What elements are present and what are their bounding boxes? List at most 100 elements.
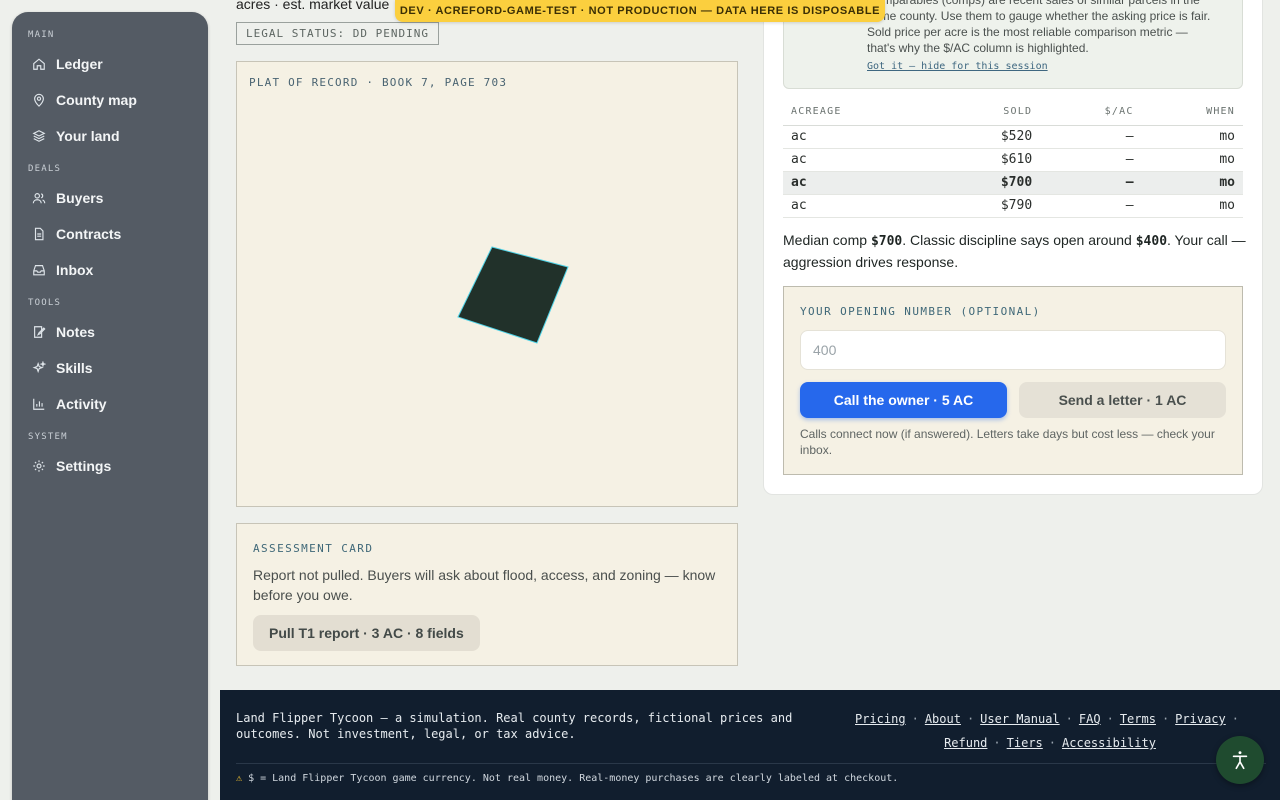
separator: · [1106,712,1114,726]
assessment-card: ASSESSMENT CARD Report not pulled. Buyer… [236,523,738,666]
footer-disclaimer: Land Flipper Tycoon — a simulation. Real… [236,711,793,741]
sidebar-item-label: Activity [56,396,107,412]
users-icon [32,193,46,204]
sidebar: MAIN Ledger County map Your land DEALS B… [12,12,208,800]
sidebar-item-label: Notes [56,324,95,340]
footer-link-about[interactable]: About [925,712,961,726]
median-comp-summary: Median comp $700. Classic discipline say… [783,230,1248,272]
sold-cell: $700 [933,171,1041,195]
table-row-median: ac $700 — mo [783,171,1243,195]
sidebar-section-tools: TOOLS Notes Skills Activity [28,298,192,422]
sidebar-item-county-map[interactable]: County map [28,82,192,118]
sold-cell: $520 [933,125,1041,149]
column-header: WHEN [1141,98,1243,126]
home-icon [33,58,45,70]
separator: · [966,712,975,726]
sidebar-item-inbox[interactable]: Inbox [28,252,192,288]
footer-link-tiers[interactable]: Tiers [1007,736,1043,750]
comps-table: ACREAGE SOLD $/AC WHEN ac $520 — mo ac $… [783,98,1243,218]
parcel-shape[interactable] [457,246,569,344]
sidebar-item-label: Contracts [56,226,122,242]
bar-chart-icon [33,398,45,410]
sidebar-item-contracts[interactable]: Contracts [28,216,192,252]
separator: · [1048,736,1057,750]
when-cell: mo [1141,171,1243,195]
currency-note-text: $ = Land Flipper Tycoon game currency. N… [248,773,899,784]
inbox-icon [33,265,45,276]
footer-link-terms[interactable]: Terms [1120,712,1156,726]
sidebar-item-buyers[interactable]: Buyers [28,180,192,216]
column-header: $/AC [1040,98,1142,126]
per-acre-cell: — [1040,125,1142,149]
warning-icon: ⚠ [236,773,243,784]
suggested-open-value: $400 [1135,234,1168,249]
footer-link-user-manual[interactable]: User Manual [980,712,1059,726]
gear-icon [33,460,45,472]
median-text: Median comp [783,232,871,248]
per-acre-cell: — [1040,194,1142,218]
acreage-cell: ac [783,194,934,218]
sidebar-item-settings[interactable]: Settings [28,448,192,484]
currency-note: ⚠ $ = Land Flipper Tycoon game currency.… [236,773,898,784]
footer-link-refund[interactable]: Refund [944,736,987,750]
accessibility-icon [1232,751,1248,770]
opening-offer-card: YOUR OPENING NUMBER (OPTIONAL) Call the … [783,286,1243,475]
sidebar-item-your-land[interactable]: Your land [28,118,192,154]
when-cell: mo [1141,194,1243,218]
offer-hint: Calls connect now (if answered). Letters… [800,427,1215,457]
footer-divider [236,763,1266,764]
sidebar-item-skills[interactable]: Skills [28,350,192,386]
assessment-title: ASSESSMENT CARD [253,542,374,555]
footer-link-accessibility[interactable]: Accessibility [1062,736,1156,750]
table-row: ac $790 — mo [783,194,1243,218]
median-text: . Classic discipline says open around [902,232,1136,248]
sidebar-item-label: Skills [56,360,93,376]
sidebar-section-label: MAIN [28,30,55,40]
separator: · [911,712,919,726]
sidebar-item-label: Settings [56,458,112,474]
sidebar-section-label: TOOLS [28,298,62,308]
sidebar-section-label: SYSTEM [28,432,68,442]
column-header: SOLD [933,98,1041,126]
pull-report-button[interactable]: Pull T1 report · 3 AC · 8 fields [253,615,480,651]
separator: · [1161,712,1170,726]
sold-cell: $610 [933,148,1041,172]
sidebar-item-label: Ledger [56,56,103,72]
offer-title: YOUR OPENING NUMBER (OPTIONAL) [800,305,1041,318]
plat-canvas [457,246,569,344]
sidebar-section-main: MAIN Ledger County map Your land [28,30,192,154]
map-pin-icon [34,93,44,107]
sidebar-section-label: DEALS [28,164,62,174]
sidebar-item-label: Buyers [56,190,104,206]
table-row: ac $610 — mo [783,148,1243,172]
column-header: ACREAGE [783,98,934,126]
acreage-cell: ac [783,125,934,149]
opening-number-input[interactable] [800,330,1226,370]
send-letter-button[interactable]: Send a letter · 1 AC [1019,382,1226,418]
acreage-cell: ac [783,148,934,172]
per-acre-cell: — [1040,171,1142,195]
sidebar-item-label: Your land [56,128,120,144]
footer: Land Flipper Tycoon — a simulation. Real… [220,690,1280,800]
notes-icon [34,326,46,338]
footer-link-privacy[interactable]: Privacy [1175,712,1226,726]
call-owner-button[interactable]: Call the owner · 5 AC [800,382,1007,418]
sidebar-item-ledger[interactable]: Ledger [28,46,192,82]
footer-link-pricing[interactable]: Pricing [855,712,906,726]
hide-tip-link[interactable]: Got it — hide for this session [867,61,1048,72]
median-comp-value: $700 [870,234,903,249]
sidebar-item-activity[interactable]: Activity [28,386,192,422]
legal-status-badge: LEGAL STATUS: DD PENDING [236,22,439,45]
sidebar-item-label: Inbox [56,262,94,278]
when-cell: mo [1141,125,1243,149]
separator: · [1231,712,1239,726]
sidebar-section-system: SYSTEM Settings [28,432,192,484]
sparkle-icon [32,361,46,374]
accessibility-button[interactable] [1216,736,1264,784]
sidebar-section-deals: DEALS Buyers Contracts Inbox [28,164,192,288]
sidebar-item-notes[interactable]: Notes [28,314,192,350]
separator: · [1065,712,1073,726]
footer-link-faq[interactable]: FAQ [1079,712,1101,726]
per-acre-cell: — [1040,148,1142,172]
separator: · [993,736,1001,750]
